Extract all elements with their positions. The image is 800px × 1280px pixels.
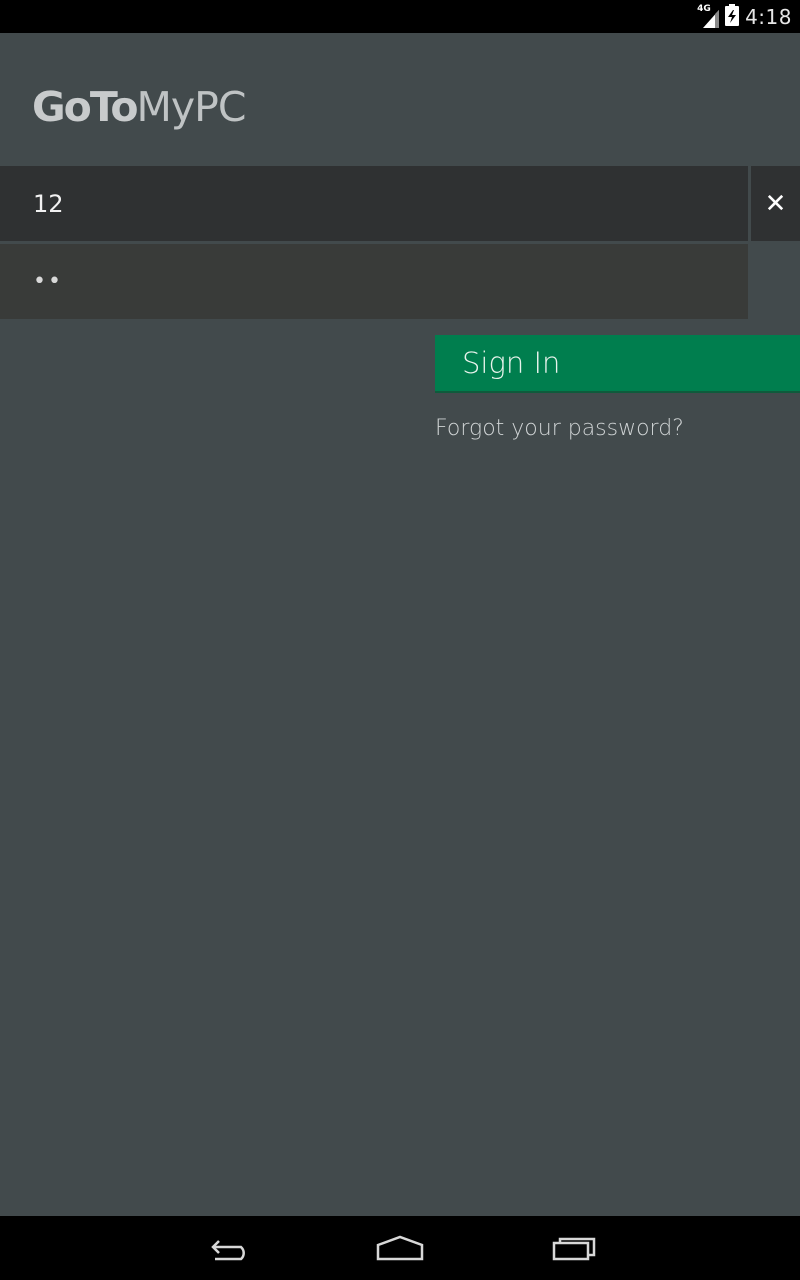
forgot-password-link[interactable]: Forgot your password?: [435, 416, 684, 441]
logo-light-text: MyPC: [136, 83, 247, 131]
username-field[interactable]: 12: [0, 166, 748, 241]
status-indicators: 4G 4:18: [697, 0, 792, 33]
gotomypc-logo: GoTo MyPC: [32, 83, 247, 133]
navigation-bar: [0, 1216, 800, 1280]
status-bar: 4G 4:18: [0, 0, 800, 33]
signal-icon: 4G: [697, 3, 720, 28]
back-icon: [211, 1240, 245, 1261]
sign-in-button[interactable]: Sign In: [435, 335, 800, 393]
home-icon: [376, 1235, 424, 1261]
sign-in-label: Sign In: [462, 346, 561, 380]
network-type-label: 4G: [697, 3, 711, 14]
home-button[interactable]: [370, 1230, 430, 1266]
back-button[interactable]: [200, 1230, 260, 1266]
logo-bold-text: GoTo: [32, 83, 139, 131]
recents-icon: [552, 1237, 596, 1261]
clear-username-button[interactable]: ✕: [751, 166, 800, 241]
recents-button[interactable]: [541, 1230, 601, 1266]
app-content: GoTo MyPC 12 ✕ •• Sign In Forgot your pa…: [0, 33, 800, 1216]
password-field[interactable]: ••: [0, 244, 748, 319]
status-time: 4:18: [745, 4, 792, 29]
battery-icon: [725, 3, 740, 30]
close-icon: ✕: [764, 188, 787, 219]
